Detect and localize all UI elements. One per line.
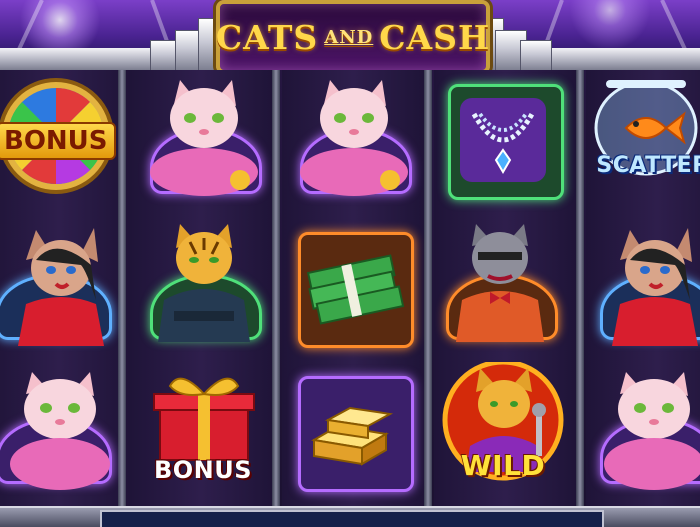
symbol-bonus-gift: BONUS <box>140 364 266 490</box>
pink-persian-cat-icon <box>300 80 408 196</box>
reel-area: BONUS BONUS WILD SCATTER <box>0 70 700 506</box>
symbol-cash-stack <box>290 224 416 350</box>
logo-word-and: AND <box>324 26 374 48</box>
symbol-wild: WILD <box>440 362 566 488</box>
reel-divider <box>424 70 432 506</box>
pink-persian-cat-icon <box>150 80 258 196</box>
symbol-pink-cat <box>0 364 122 490</box>
reel-divider <box>272 70 280 506</box>
game-logo: CATS AND CASH <box>216 0 490 74</box>
bonus-wheel-text: BONUS <box>0 122 116 160</box>
cash-stack-icon <box>306 254 405 325</box>
necklace-icon <box>460 98 546 182</box>
light-beam <box>14 0 44 56</box>
symbol-diamond-necklace <box>440 76 566 202</box>
symbol-pink-cat <box>290 74 416 200</box>
reel-divider <box>576 70 584 506</box>
grey-cat-bowtie-icon <box>456 224 544 342</box>
symbol-tiger-cat <box>140 220 266 346</box>
wild-text: WILD <box>460 449 546 482</box>
bottom-panel <box>100 510 604 527</box>
goldfish-bowl-icon <box>594 80 698 176</box>
logo-word-cash: CASH <box>379 17 491 57</box>
symbol-grey-cat <box>436 220 562 346</box>
symbol-pink-cat <box>140 74 266 200</box>
pink-persian-cat-icon <box>10 372 110 490</box>
logo-word-cats: CATS <box>215 17 319 57</box>
gold-bars-icon <box>311 406 394 466</box>
symbol-bonus-wheel: BONUS <box>0 74 122 200</box>
bonus-text: BONUS <box>153 456 253 484</box>
lady-cat-icon <box>612 228 698 346</box>
tiger-cat-icon <box>158 224 250 342</box>
pink-persian-cat-icon <box>604 372 700 490</box>
symbol-lady-cat <box>590 220 700 346</box>
scatter-text: SCATTER <box>596 153 700 178</box>
frame-deco-right-outer <box>520 40 552 72</box>
symbol-scatter: SCATTER <box>590 74 700 200</box>
lady-cat-icon <box>18 228 104 346</box>
light-beam <box>660 0 690 56</box>
symbol-lady-cat <box>0 220 122 346</box>
symbol-gold-bars <box>290 368 416 494</box>
symbol-pink-cat <box>590 364 700 490</box>
